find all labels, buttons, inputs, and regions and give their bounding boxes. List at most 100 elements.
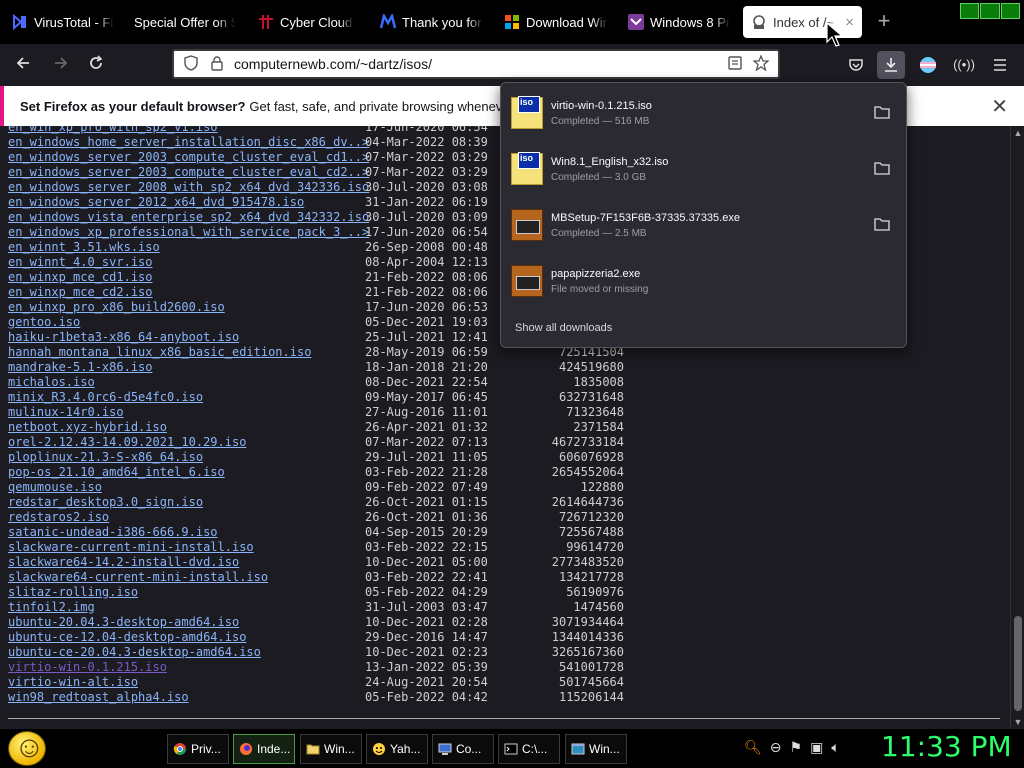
url-text[interactable]: computernewb.com/~dartz/isos/ (234, 56, 718, 72)
file-link[interactable]: en_windows_server_2008_with_sp2_x64_dvd_… (8, 180, 369, 195)
taskbar-button[interactable]: Win... (565, 734, 627, 764)
taskbar-button[interactable]: Priv... (167, 734, 229, 764)
tab-cyber-cloud[interactable]: Cyber Cloud Se (250, 6, 362, 38)
scroll-up-icon[interactable]: ▲ (1011, 126, 1024, 140)
shield-icon[interactable] (182, 54, 200, 74)
taskbar-button[interactable]: Yah... (366, 734, 428, 764)
horizontal-rule (8, 718, 1000, 719)
reader-view-icon[interactable] (726, 55, 744, 74)
downloads-button[interactable] (877, 51, 905, 79)
file-link[interactable]: satanic-undead-i386-666.9.iso (8, 525, 218, 540)
start-button[interactable] (8, 731, 46, 766)
account-button[interactable] (914, 51, 942, 79)
file-link[interactable]: ploplinux-21.3-S-x86_64.iso (8, 450, 203, 465)
extensions-button[interactable]: ((•)) (950, 51, 978, 79)
folder-icon[interactable] (874, 217, 890, 231)
menu-button[interactable] (986, 51, 1014, 79)
pocket-button[interactable] (842, 51, 870, 79)
download-item[interactable]: papapizzeria2.exe File moved or missing (501, 253, 906, 309)
file-link[interactable]: minix_R3.4.0rc6-d5e4fc0.iso (8, 390, 203, 405)
file-link[interactable]: mandrake-5.1-x86.iso (8, 360, 153, 375)
file-link[interactable]: redstar_desktop3.0_sign.iso (8, 495, 203, 510)
reload-button[interactable] (83, 53, 109, 77)
tab-special-offer[interactable]: Special Offer on Se (126, 6, 244, 38)
volume-icon[interactable]: 🔈︎ (831, 739, 839, 759)
close-icon[interactable]: ✕ (991, 94, 1008, 119)
taskbar-button[interactable]: Win... (300, 734, 362, 764)
clock[interactable]: 11:33 PM (881, 730, 1012, 763)
file-link[interactable]: ubuntu-ce-20.04.3-desktop-amd64.iso (8, 645, 261, 660)
file-link[interactable]: mulinux-14r0.iso (8, 405, 124, 420)
file-link[interactable]: haiku-r1beta3-x86_64-anyboot.iso (8, 330, 239, 345)
download-item[interactable]: iso virtio-win-0.1.215.iso Completed — 516… (501, 85, 906, 141)
taskbar-button[interactable]: Inde... (233, 734, 295, 764)
file-link[interactable]: en_winxp_mce_cd1.iso (8, 270, 153, 285)
flag-icon[interactable]: ⚑ (790, 739, 803, 759)
file-link[interactable]: slackware64-14.2-install-dvd.iso (8, 555, 239, 570)
file-link[interactable]: win98_redtoast_alpha4.iso (8, 690, 189, 705)
file-link[interactable]: en_windows_server_2003_compute_cluster_e… (8, 150, 369, 165)
tab-virustotal[interactable]: VirusTotal - File (4, 6, 122, 38)
back-button[interactable] (10, 53, 36, 77)
show-all-downloads-button[interactable]: Show all downloads (515, 322, 612, 334)
tab-windows8-pro[interactable]: Windows 8 Pro (620, 6, 738, 38)
file-link[interactable]: en_winnt_4.0_svr.iso (8, 255, 153, 270)
download-status: File moved or missing (551, 284, 649, 295)
address-bar[interactable]: computernewb.com/~dartz/isos/ (172, 49, 780, 79)
scroll-down-icon[interactable]: ▼ (1011, 715, 1024, 729)
file-link[interactable]: en_win_xp_pro_with_sp2_v1.iso (8, 126, 218, 135)
file-link[interactable]: en_winxp_mce_cd2.iso (8, 285, 153, 300)
forward-button[interactable] (48, 53, 74, 77)
file-link[interactable]: virtio-win-alt.iso (8, 675, 138, 690)
file-link[interactable]: michalos.iso (8, 375, 95, 390)
window-controls[interactable] (960, 3, 1020, 19)
file-link[interactable]: en_winxp_pro_x86_build2600.iso (8, 300, 225, 315)
file-link[interactable]: virtio-win-0.1.215.iso (8, 660, 167, 675)
folder-icon (306, 742, 320, 756)
file-size: 134217728 (558, 570, 624, 584)
tab-thank-you[interactable]: Thank you for c (372, 6, 492, 38)
tab-download-windows[interactable]: Download Win (496, 6, 616, 38)
download-item[interactable]: iso Win8.1_English_x32.iso Completed — 3.0… (501, 141, 906, 197)
folder-icon[interactable] (874, 105, 890, 119)
file-link[interactable]: qemumouse.iso (8, 480, 102, 495)
search-icon[interactable]: 🔍︎ (744, 739, 762, 759)
new-tab-button[interactable]: + (874, 10, 894, 34)
file-link[interactable]: en_windows_server_2012_x64_dvd_915478.is… (8, 195, 304, 210)
close-tab-icon[interactable]: × (845, 14, 854, 31)
taskbar-button[interactable]: C:\... (498, 734, 560, 764)
file-link[interactable]: netboot.xyz-hybrid.iso (8, 420, 167, 435)
file-link[interactable]: en_winnt_3.51.wks.iso (8, 240, 160, 255)
file-link[interactable]: tinfoil2.img (8, 600, 95, 615)
file-link[interactable]: en_windows_server_2003_compute_cluster_e… (8, 165, 369, 180)
file-link[interactable]: hannah_montana_linux_x86_basic_edition.i… (8, 345, 311, 360)
file-date: 26-Apr-2021 01:32 (365, 420, 488, 434)
file-link[interactable]: en_windows_xp_professional_with_service_… (8, 225, 369, 240)
network-icon[interactable]: ▣ (810, 739, 823, 759)
vertical-scrollbar[interactable]: ▲ ▼ (1010, 126, 1024, 729)
tab-title: Cyber Cloud Se (280, 14, 354, 30)
file-link[interactable]: pop-os_21.10_amd64_intel_6.iso (8, 465, 225, 480)
taskbar-button[interactable]: Co... (432, 734, 494, 764)
download-item[interactable]: MBSetup-7F153F6B-37335.37335.exe Complete… (501, 197, 906, 253)
file-link[interactable]: slackware-current-mini-install.iso (8, 540, 254, 555)
file-link[interactable]: slitaz-rolling.iso (8, 585, 138, 600)
scroll-thumb[interactable] (1014, 616, 1022, 711)
file-link[interactable]: orel-2.12.43-14.09.2021_10.29.iso (8, 435, 246, 450)
file-link[interactable]: gentoo.iso (8, 315, 80, 330)
maximize-button[interactable] (980, 3, 1000, 19)
file-link[interactable]: ubuntu-20.04.3-desktop-amd64.iso (8, 615, 239, 630)
minimize-button[interactable] (960, 3, 980, 19)
file-link[interactable]: slackware64-current-mini-install.iso (8, 570, 268, 585)
lock-icon[interactable] (208, 55, 226, 74)
file-link[interactable]: ubuntu-ce-12.04-desktop-amd64.iso (8, 630, 246, 645)
folder-icon[interactable] (874, 161, 890, 175)
malwarebytes-icon (380, 14, 396, 30)
file-link[interactable]: redstaros2.iso (8, 510, 109, 525)
file-size: 632731648 (558, 390, 624, 404)
close-window-button[interactable] (1000, 3, 1020, 19)
bookmark-star-icon[interactable] (752, 53, 770, 74)
minus-circle-icon[interactable]: ⊖ (770, 739, 782, 759)
file-link[interactable]: en_windows_home_server_installation_disc… (8, 135, 369, 150)
file-link[interactable]: en_windows_vista_enterprise_sp2_x64_dvd_… (8, 210, 369, 225)
